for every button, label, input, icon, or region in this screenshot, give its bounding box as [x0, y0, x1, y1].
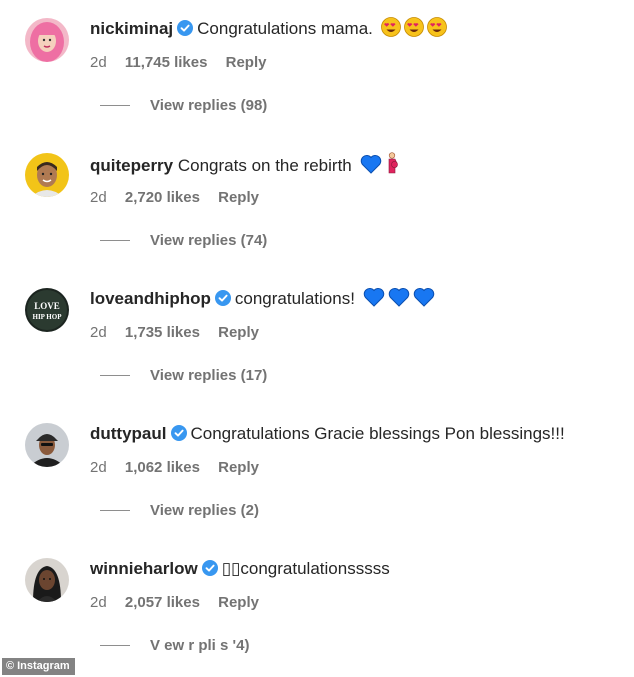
avatar[interactable] — [25, 153, 69, 197]
comment-meta: 2d 11,745 likes Reply — [90, 54, 280, 71]
view-replies-label: View replies (74) — [150, 231, 268, 249]
blue-heart-icon — [388, 287, 410, 307]
avatar[interactable] — [25, 423, 69, 467]
logo-text-hiphop: HIP HOP — [33, 313, 63, 321]
reply-button[interactable]: Reply — [218, 324, 259, 341]
view-replies-button[interactable]: View replies (98) — [100, 95, 267, 115]
view-replies-button[interactable]: V ew r pli s '4) — [100, 635, 249, 655]
comment-username[interactable]: winnieharlow — [90, 559, 198, 578]
view-replies-label: View replies (98) — [150, 96, 268, 114]
blue-heart-icon — [413, 287, 435, 307]
comment-text: Congratulations mama. — [197, 19, 373, 38]
view-replies-label: View replies (2) — [150, 501, 259, 519]
replies-divider — [100, 374, 130, 376]
verified-badge-icon — [177, 20, 194, 36]
comment-username[interactable]: duttypaul — [90, 424, 167, 443]
avatar[interactable] — [25, 18, 69, 62]
logo-text-love: LOVE — [34, 301, 60, 311]
blue-heart-icon — [360, 154, 382, 174]
comment-meta: 2d 1,735 likes Reply — [90, 324, 273, 341]
reply-button[interactable]: Reply — [218, 189, 259, 206]
comment-likes[interactable]: 2,057 likes — [125, 594, 200, 611]
comment-meta: 2d 2,720 likes Reply — [90, 189, 273, 206]
comment-likes[interactable]: 1,735 likes — [125, 324, 200, 341]
comment-text: congratulations! — [234, 289, 355, 308]
verified-badge-icon — [170, 425, 187, 441]
reply-button[interactable]: Reply — [218, 594, 259, 611]
heart-eyes-face-icon — [403, 17, 424, 37]
copyright-icon: © — [6, 660, 15, 672]
comment-text: Congratulations Gracie blessings Pon ble… — [190, 424, 565, 443]
replies-divider — [100, 509, 130, 511]
comment-line: nickiminaj Congratulations mama. — [90, 17, 624, 41]
view-replies-label: View replies (17) — [150, 366, 268, 384]
comment-line: duttypaul Congratulations Gracie blessing… — [90, 422, 624, 446]
comment-line: loveandhiphop congratulations! — [90, 287, 624, 311]
comment-username[interactable]: nickiminaj — [90, 19, 173, 38]
comment-item: winnieharlow ▯▯congratulationsssss 2d 2,0… — [0, 540, 634, 675]
comment-item: quiteperry Congrats on the rebirth 2d 2,… — [0, 135, 634, 270]
comment-age: 2d — [90, 54, 107, 71]
man-yellow-background-avatar — [25, 153, 69, 197]
comment-age: 2d — [90, 459, 107, 476]
comment-meta: 2d 1,062 likes Reply — [90, 459, 273, 476]
heart-eyes-face-icon — [426, 17, 447, 37]
watermark-text: Instagram — [17, 660, 70, 672]
comment-likes[interactable]: 2,720 likes — [125, 189, 200, 206]
comment-item: nickiminaj Congratulations mama. 2d 11,74… — [0, 0, 634, 135]
love-and-hiphop-logo-avatar: LOVE HIP HOP — [25, 288, 69, 332]
heart-eyes-face-icon — [380, 17, 401, 37]
comment-age: 2d — [90, 324, 107, 341]
comment-meta: 2d 2,057 likes Reply — [90, 594, 273, 611]
comment-likes[interactable]: 11,745 likes — [125, 54, 208, 71]
comments-panel: nickiminaj Congratulations mama. 2d 11,74… — [0, 0, 634, 677]
view-replies-label: V ew r pli s '4) — [150, 636, 250, 654]
comment-age: 2d — [90, 189, 107, 206]
verified-badge-icon — [214, 290, 231, 306]
verified-badge-icon — [201, 560, 218, 576]
view-replies-button[interactable]: View replies (74) — [100, 230, 267, 250]
blue-heart-icon — [363, 287, 385, 307]
avatar[interactable] — [25, 558, 69, 602]
woman-avatar — [25, 558, 69, 602]
man-cap-avatar — [25, 423, 69, 467]
replies-divider — [100, 239, 130, 241]
comment-text: Congrats on the rebirth — [177, 156, 352, 175]
pregnant-woman-icon — [385, 152, 399, 174]
reply-button[interactable]: Reply — [226, 54, 267, 71]
pink-haired-woman-avatar — [25, 18, 69, 62]
replies-divider — [100, 104, 130, 106]
comment-username[interactable]: quiteperry — [90, 156, 173, 175]
reply-button[interactable]: Reply — [218, 459, 259, 476]
comment-line: quiteperry Congrats on the rebirth — [90, 152, 624, 178]
comment-line: winnieharlow ▯▯congratulationsssss — [90, 557, 624, 581]
comment-text: ▯▯congratulationsssss — [221, 559, 390, 578]
view-replies-button[interactable]: View replies (2) — [100, 500, 259, 520]
view-replies-button[interactable]: View replies (17) — [100, 365, 267, 385]
comment-item: duttypaul Congratulations Gracie blessing… — [0, 405, 634, 540]
comment-item: LOVE HIP HOP loveandhiphop congratulation… — [0, 270, 634, 405]
replies-divider — [100, 644, 130, 646]
instagram-watermark: © Instagram — [2, 658, 75, 675]
avatar[interactable]: LOVE HIP HOP — [25, 288, 69, 332]
comment-username[interactable]: loveandhiphop — [90, 289, 211, 308]
comment-likes[interactable]: 1,062 likes — [125, 459, 200, 476]
comment-age: 2d — [90, 594, 107, 611]
